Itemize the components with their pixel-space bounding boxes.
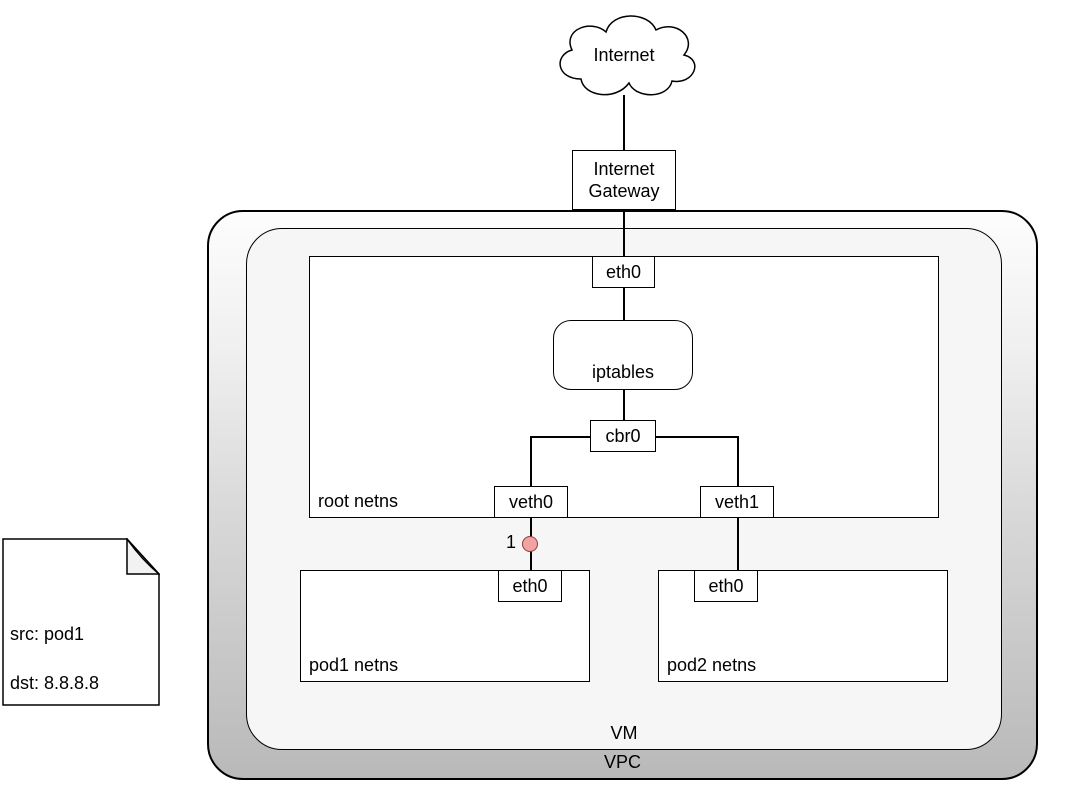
pod2-netns-label: pod2 netns <box>667 654 756 677</box>
vm-eth0-box: eth0 <box>592 256 655 288</box>
line-cbr0-branch-right-v <box>737 436 739 486</box>
pod2-eth0-label: eth0 <box>708 575 743 598</box>
veth0-label: veth0 <box>509 491 553 514</box>
cbr0-box: cbr0 <box>590 420 656 452</box>
line-eth0-iptables <box>623 288 625 320</box>
line-cbr0-branch-left-h <box>530 436 590 438</box>
pod1-eth0-label: eth0 <box>512 575 547 598</box>
internet-cloud: Internet <box>544 5 704 105</box>
line-veth1-pod2eth0 <box>737 518 739 570</box>
root-netns-label: root netns <box>318 490 398 513</box>
iptables-label: iptables <box>592 361 654 384</box>
pod1-netns-label: pod1 netns <box>309 654 398 677</box>
veth1-box: veth1 <box>700 486 774 518</box>
pod1-eth0-box: eth0 <box>498 570 562 602</box>
veth1-label: veth1 <box>715 491 759 514</box>
line-cloud-gateway <box>623 95 625 150</box>
iptables-box: iptables <box>553 320 693 390</box>
packet-marker-1 <box>522 536 538 552</box>
note-line1: src: pod1 <box>10 624 84 644</box>
pod2-eth0-box: eth0 <box>694 570 758 602</box>
internet-label: Internet <box>593 45 654 66</box>
line-gateway-eth0 <box>623 210 625 256</box>
packet-note: src: pod1 dst: 8.8.8.8 <box>2 538 160 706</box>
line-cbr0-branch-right-h <box>656 436 738 438</box>
vm-label: VM <box>247 722 1001 745</box>
internet-gateway-label: Internet Gateway <box>588 158 659 203</box>
note-line2: dst: 8.8.8.8 <box>10 673 99 693</box>
cbr0-label: cbr0 <box>605 425 640 448</box>
internet-gateway-box: Internet Gateway <box>572 150 676 210</box>
veth0-box: veth0 <box>494 486 568 518</box>
line-cbr0-branch-left-v <box>530 436 532 486</box>
vpc-label: VPC <box>209 751 1036 774</box>
vm-eth0-label: eth0 <box>606 261 641 284</box>
line-iptables-cbr0 <box>623 390 625 420</box>
packet-marker-1-label: 1 <box>506 532 516 553</box>
